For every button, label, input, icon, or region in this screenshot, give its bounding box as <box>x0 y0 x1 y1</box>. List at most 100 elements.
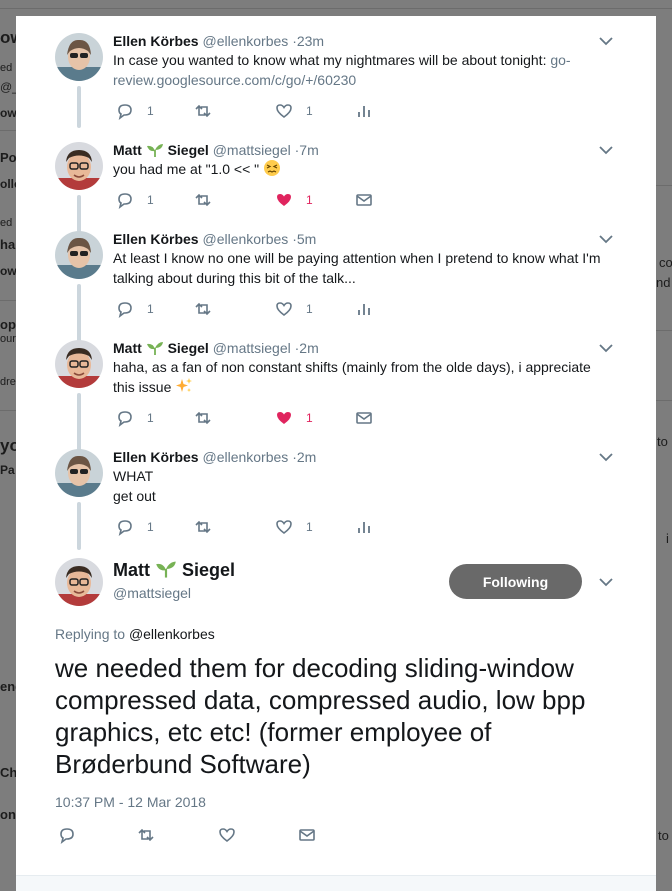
bg-fragment: co <box>659 255 672 270</box>
reply-button[interactable]: 1 <box>116 101 154 121</box>
tweet-header: Ellen Körbes @ellenkorbes ·2m <box>113 449 316 465</box>
tweet-time[interactable]: ·23m <box>292 33 324 49</box>
avatar[interactable] <box>55 449 103 497</box>
reply-button[interactable]: 1 <box>116 408 154 428</box>
bg-fragment: ow <box>0 106 17 120</box>
bg-fragment: ow <box>0 264 17 278</box>
chevron-down-icon[interactable] <box>597 342 615 354</box>
retweet-button[interactable] <box>194 190 212 210</box>
tweet-time[interactable]: ·2m <box>292 449 316 465</box>
author-name[interactable]: Ellen Körbes <box>113 449 199 465</box>
reply-icon <box>118 520 132 536</box>
reply-icon <box>118 302 132 318</box>
bg-fragment: to <box>657 434 668 449</box>
analytics-button[interactable] <box>355 299 373 319</box>
tweet-header: Matt Siegel @mattsiegel ·7m <box>113 142 319 158</box>
avatar[interactable] <box>55 231 103 279</box>
heart-filled-icon <box>277 194 291 206</box>
like-count: 1 <box>306 104 313 118</box>
bg-fragment: to <box>658 828 669 843</box>
direct-message-button[interactable] <box>355 408 373 428</box>
like-count: 1 <box>306 193 313 207</box>
main-tweet-actions <box>55 825 355 845</box>
tweet-actions: 1 1 <box>113 299 413 319</box>
avatar[interactable] <box>55 142 103 190</box>
reply-count: 1 <box>147 411 154 425</box>
author-name[interactable]: Ellen Körbes <box>113 231 199 247</box>
seedling-icon <box>146 144 163 157</box>
reply-button[interactable] <box>58 825 76 845</box>
chevron-down-icon[interactable] <box>597 576 615 588</box>
reply-button[interactable]: 1 <box>116 190 154 210</box>
chevron-down-icon[interactable] <box>597 144 615 156</box>
analytics-icon <box>358 522 370 533</box>
heart-icon <box>219 828 235 842</box>
analytics-button[interactable] <box>355 101 373 121</box>
author-handle[interactable]: @ellenkorbes <box>202 231 288 247</box>
bg-fragment: dre <box>0 376 16 388</box>
main-tweet-avatar[interactable] <box>55 558 103 606</box>
chevron-down-icon[interactable] <box>597 35 615 47</box>
tweet-actions: 1 1 <box>113 408 413 428</box>
direct-message-button[interactable] <box>298 825 316 845</box>
like-button[interactable]: 1 <box>275 408 313 428</box>
retweet-icon <box>195 104 211 118</box>
author-handle[interactable]: @ellenkorbes <box>202 449 288 465</box>
like-button[interactable]: 1 <box>275 101 313 121</box>
analytics-icon <box>358 106 370 117</box>
like-button[interactable]: 1 <box>275 299 313 319</box>
reply-icon <box>118 193 132 209</box>
reply-icon <box>118 411 132 427</box>
like-count: 1 <box>306 520 313 534</box>
author-name[interactable]: Matt Siegel <box>113 340 209 356</box>
like-button[interactable]: 1 <box>275 190 313 210</box>
tweet-header: Ellen Körbes @ellenkorbes ·23m <box>113 33 324 49</box>
tweet-text: haha, as a fan of non constant shifts (m… <box>113 359 591 395</box>
envelope-icon <box>356 194 372 206</box>
chevron-down-icon[interactable] <box>597 451 615 463</box>
direct-message-button[interactable] <box>355 190 373 210</box>
tweet-text: At least I know no one will be paying at… <box>113 250 601 286</box>
reply-icon <box>118 104 132 120</box>
retweet-button[interactable] <box>194 517 212 537</box>
like-button[interactable]: 1 <box>275 517 313 537</box>
like-count: 1 <box>306 411 313 425</box>
analytics-button[interactable] <box>355 517 373 537</box>
avatar[interactable] <box>55 33 103 81</box>
author-handle[interactable]: @ellenkorbes <box>202 33 288 49</box>
retweet-button[interactable] <box>194 101 212 121</box>
tweet-actions: 1 1 <box>113 190 413 210</box>
reply-button[interactable]: 1 <box>116 299 154 319</box>
author-handle[interactable]: @mattsiegel <box>213 340 291 356</box>
tweet-text: In case you wanted to know what my night… <box>113 52 571 88</box>
tweet-time[interactable]: ·7m <box>295 142 319 158</box>
following-button[interactable]: Following <box>449 564 582 599</box>
bg-fragment: op <box>0 317 16 332</box>
replying-to-handle[interactable]: @ellenkorbes <box>129 626 215 642</box>
retweet-button[interactable] <box>194 299 212 319</box>
tweet-actions: 1 1 <box>113 101 413 121</box>
reply-button[interactable]: 1 <box>116 517 154 537</box>
retweet-button[interactable] <box>194 408 212 428</box>
retweet-button[interactable] <box>137 825 155 845</box>
main-author-handle[interactable]: @mattsiegel <box>113 585 191 601</box>
tweet-time[interactable]: ·2m <box>295 340 319 356</box>
like-button[interactable] <box>218 825 236 845</box>
main-author-name[interactable]: Matt Siegel <box>113 560 235 581</box>
author-handle[interactable]: @mattsiegel <box>213 142 291 158</box>
chevron-down-icon[interactable] <box>597 233 615 245</box>
reply-count: 1 <box>147 104 154 118</box>
envelope-icon <box>299 829 315 841</box>
author-name[interactable]: Matt Siegel <box>113 142 209 158</box>
replying-to: Replying to @ellenkorbes <box>55 626 215 642</box>
retweet-icon <box>195 193 211 207</box>
avatar[interactable] <box>55 340 103 388</box>
seedling-icon <box>156 561 176 578</box>
main-tweet-timestamp[interactable]: 10:37 PM - 12 Mar 2018 <box>55 794 206 810</box>
tweet-time[interactable]: ·5m <box>292 231 316 247</box>
reply-count: 1 <box>147 193 154 207</box>
author-name[interactable]: Ellen Körbes <box>113 33 199 49</box>
tweet-header: Matt Siegel @mattsiegel ·2m <box>113 340 319 356</box>
analytics-icon <box>358 304 370 315</box>
tweet-text: you had me at "1.0 << " <box>113 159 613 179</box>
